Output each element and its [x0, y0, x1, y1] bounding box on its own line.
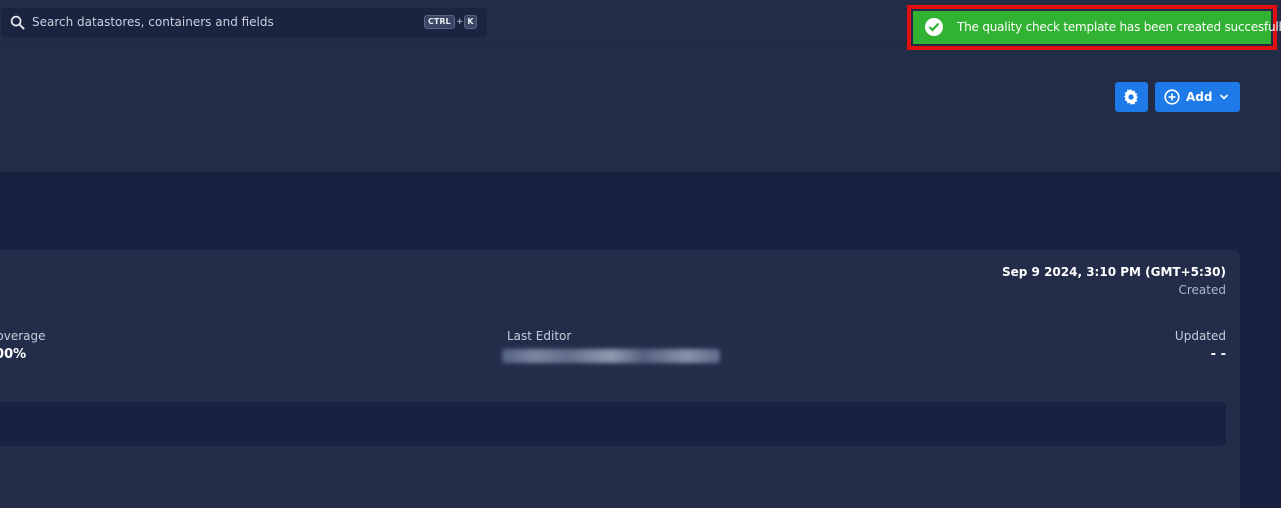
chevron-down-icon — [1219, 94, 1229, 100]
created-date-value: Sep 9 2024, 3:10 PM (GMT+5:30) — [1002, 265, 1226, 279]
template-details-card — [0, 250, 1240, 508]
coverage-value: 100% — [0, 347, 27, 362]
global-search[interactable]: Search datastores, containers and fields… — [1, 8, 487, 37]
add-button-label: Add — [1186, 90, 1213, 104]
updated-value: - - — [1210, 347, 1226, 362]
last-editor-redacted — [502, 349, 720, 363]
shortcut-k-key: K — [464, 15, 477, 29]
updated-label: Updated — [1174, 329, 1226, 343]
coverage-label: Coverage — [0, 329, 46, 343]
last-editor-label: Last Editor — [507, 329, 572, 343]
shortcut-ctrl-key: CTRL — [424, 15, 455, 29]
search-icon — [10, 15, 25, 30]
details-description-bar — [0, 402, 1226, 446]
toast-message: The quality check template has been crea… — [957, 20, 1281, 34]
settings-button[interactable] — [1115, 82, 1148, 112]
add-button[interactable]: Add — [1155, 82, 1240, 112]
check-circle-icon — [925, 18, 943, 36]
created-label: Created — [1178, 283, 1227, 297]
search-input[interactable]: Search datastores, containers and fields — [32, 15, 274, 29]
plus-circle-icon — [1164, 89, 1180, 105]
page-header — [0, 46, 1281, 172]
gear-icon — [1124, 89, 1138, 105]
shortcut-plus: + — [456, 17, 464, 27]
success-toast[interactable]: The quality check template has been crea… — [913, 11, 1281, 44]
